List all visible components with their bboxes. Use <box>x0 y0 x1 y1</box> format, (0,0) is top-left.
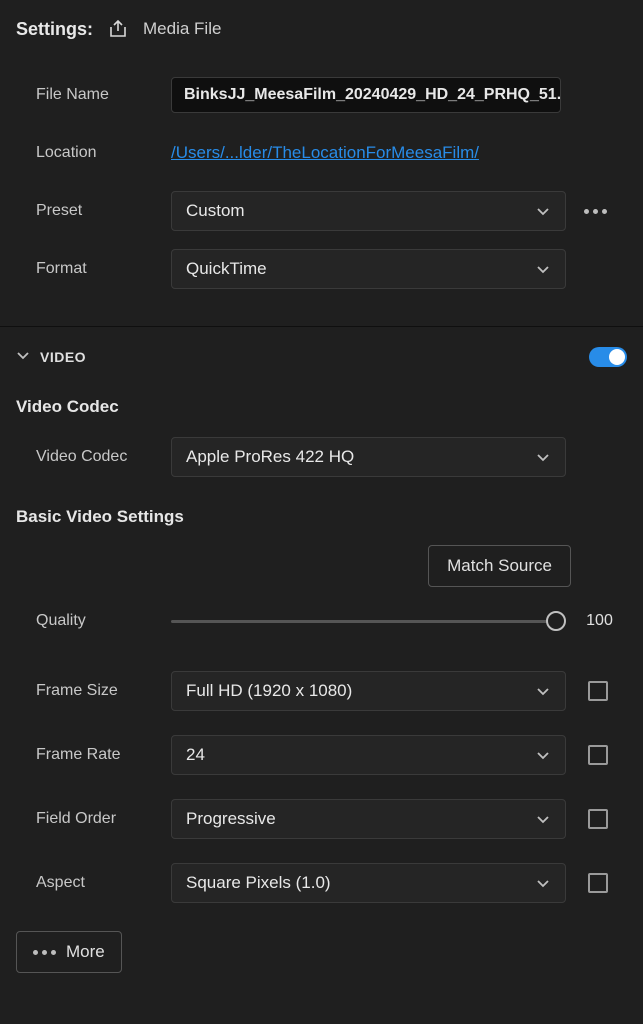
field-order-value: Progressive <box>186 809 276 829</box>
format-value: QuickTime <box>186 259 267 279</box>
frame-size-row: Frame Size Full HD (1920 x 1080) <box>0 659 643 723</box>
video-codec-group-label: Video Codec <box>0 379 643 425</box>
chevron-down-icon <box>535 747 551 763</box>
settings-label: Settings: <box>16 19 93 40</box>
slider-thumb[interactable] <box>546 611 566 631</box>
preset-value: Custom <box>186 201 245 221</box>
more-dots-icon <box>33 950 56 955</box>
aspect-value: Square Pixels (1.0) <box>186 873 331 893</box>
preset-more-icon[interactable] <box>578 203 613 220</box>
frame-size-select[interactable]: Full HD (1920 x 1080) <box>171 671 566 711</box>
preset-label: Preset <box>16 202 171 220</box>
settings-form: File Name BinksJJ_MeesaFilm_20240429_HD_… <box>0 62 643 316</box>
video-codec-value: Apple ProRes 422 HQ <box>186 447 354 467</box>
video-codec-select[interactable]: Apple ProRes 422 HQ <box>171 437 566 477</box>
media-file-label: Media File <box>143 19 221 39</box>
video-codec-label: Video Codec <box>16 448 171 466</box>
format-label: Format <box>16 260 171 278</box>
quality-slider[interactable] <box>171 611 556 631</box>
slider-track <box>171 620 556 623</box>
frame-rate-select[interactable]: 24 <box>171 735 566 775</box>
chevron-down-icon <box>535 261 551 277</box>
field-order-checkbox[interactable] <box>588 809 608 829</box>
file-name-label: File Name <box>16 86 171 104</box>
field-order-select[interactable]: Progressive <box>171 799 566 839</box>
preset-select[interactable]: Custom <box>171 191 566 231</box>
quality-row: Quality 100 <box>0 597 643 659</box>
chevron-down-icon <box>535 203 551 219</box>
video-toggle[interactable] <box>589 347 627 367</box>
aspect-row: Aspect Square Pixels (1.0) <box>0 851 643 915</box>
preset-row: Preset Custom <box>16 182 627 240</box>
frame-rate-checkbox[interactable] <box>588 745 608 765</box>
video-codec-row: Video Codec Apple ProRes 422 HQ <box>0 425 643 489</box>
quality-value: 100 <box>572 612 627 630</box>
video-section-header: VIDEO <box>0 327 643 379</box>
more-button[interactable]: More <box>16 931 122 973</box>
format-select[interactable]: QuickTime <box>171 249 566 289</box>
location-row: Location /Users/...lder/TheLocationForMe… <box>16 124 627 182</box>
export-icon[interactable] <box>107 18 129 40</box>
basic-video-group-label: Basic Video Settings <box>0 489 643 535</box>
match-source-button[interactable]: Match Source <box>428 545 571 587</box>
chevron-down-icon <box>535 683 551 699</box>
frame-rate-value: 24 <box>186 745 205 765</box>
frame-size-value: Full HD (1920 x 1080) <box>186 681 352 701</box>
aspect-checkbox[interactable] <box>588 873 608 893</box>
file-name-input[interactable]: BinksJJ_MeesaFilm_20240429_HD_24_PRHQ_51… <box>171 77 561 113</box>
video-section-title: VIDEO <box>40 349 86 365</box>
frame-size-checkbox[interactable] <box>588 681 608 701</box>
field-order-label: Field Order <box>16 810 171 828</box>
chevron-down-icon <box>535 449 551 465</box>
top-bar: Settings: Media File <box>0 0 643 62</box>
location-link[interactable]: /Users/...lder/TheLocationForMeesaFilm/ <box>171 143 479 163</box>
toggle-thumb <box>609 349 625 365</box>
aspect-select[interactable]: Square Pixels (1.0) <box>171 863 566 903</box>
frame-rate-row: Frame Rate 24 <box>0 723 643 787</box>
aspect-label: Aspect <box>16 874 171 892</box>
format-row: Format QuickTime <box>16 240 627 298</box>
field-order-row: Field Order Progressive <box>0 787 643 851</box>
divider <box>0 326 643 327</box>
frame-rate-label: Frame Rate <box>16 746 171 764</box>
chevron-down-icon <box>535 811 551 827</box>
match-source-row: Match Source <box>0 535 643 597</box>
frame-size-label: Frame Size <box>16 682 171 700</box>
quality-label: Quality <box>16 612 171 630</box>
more-button-label: More <box>66 942 105 962</box>
collapse-icon[interactable] <box>16 348 30 367</box>
file-name-row: File Name BinksJJ_MeesaFilm_20240429_HD_… <box>16 66 627 124</box>
chevron-down-icon <box>535 875 551 891</box>
location-label: Location <box>16 144 171 162</box>
